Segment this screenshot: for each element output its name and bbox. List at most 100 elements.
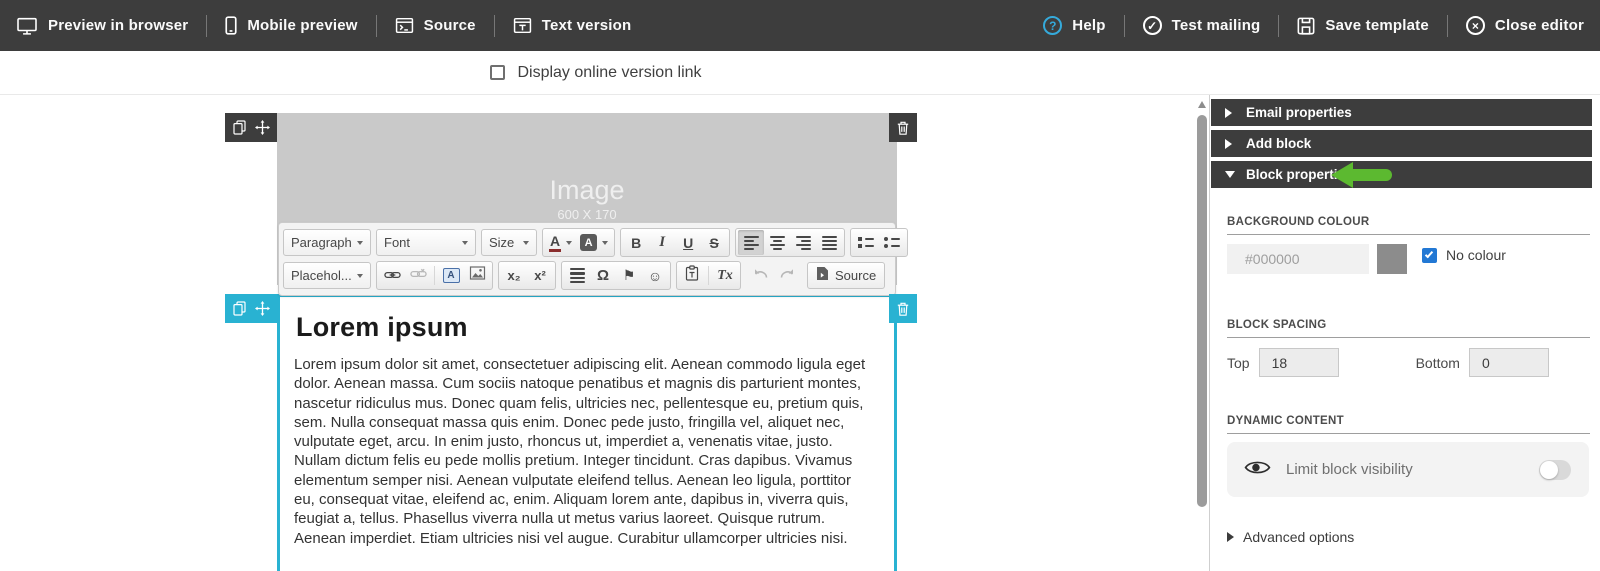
text-block-delete-button[interactable] xyxy=(889,294,917,323)
align-justify-button[interactable] xyxy=(816,230,842,255)
text-version-button[interactable]: Text version xyxy=(511,17,634,34)
align-center-button[interactable] xyxy=(764,230,790,255)
colour-swatch[interactable] xyxy=(1377,244,1407,274)
clipboard-group: Tx xyxy=(676,261,741,290)
unlink-button[interactable] xyxy=(405,263,431,288)
save-template-button[interactable]: Save template xyxy=(1295,17,1430,35)
limit-block-visibility-toggle[interactable] xyxy=(1539,460,1571,480)
panel-add-block[interactable]: Add block xyxy=(1211,130,1592,157)
undo-button[interactable] xyxy=(748,263,774,288)
strikethrough-button[interactable]: S xyxy=(701,230,727,255)
close-circle-icon: × xyxy=(1466,16,1485,35)
text-color-icon: A xyxy=(549,234,561,252)
horizontal-rule-button[interactable] xyxy=(564,263,590,288)
subscript-button[interactable]: x₂ xyxy=(501,263,527,288)
font-dropdown[interactable]: Font xyxy=(376,229,476,256)
help-button[interactable]: ? Help xyxy=(1041,16,1107,35)
move-icon[interactable] xyxy=(255,301,270,316)
underline-button[interactable]: U xyxy=(675,230,701,255)
text-block-heading[interactable]: Lorem ipsum xyxy=(296,312,870,343)
text-block-body[interactable]: Lorem ipsum dolor sit amet, consectetuer… xyxy=(294,355,870,548)
bold-button[interactable]: B xyxy=(623,230,649,255)
paste-text-button[interactable] xyxy=(679,263,705,288)
source-button[interactable]: Source xyxy=(807,262,885,289)
text-color-button[interactable]: A xyxy=(545,230,576,255)
subscript-icon: x₂ xyxy=(507,268,520,283)
divider xyxy=(1227,433,1590,434)
divider xyxy=(1124,15,1125,37)
superscript-button[interactable]: x² xyxy=(527,263,553,288)
align-right-button[interactable] xyxy=(790,230,816,255)
emoji-button[interactable]: ☺ xyxy=(642,263,668,288)
save-template-label: Save template xyxy=(1325,17,1428,34)
italic-button[interactable]: I xyxy=(649,230,675,255)
editor-main: Image 600 X 170 xyxy=(0,95,1600,571)
spacing-bottom-input[interactable] xyxy=(1469,348,1549,377)
trash-icon xyxy=(897,302,909,316)
block-spacing-section: BLOCK SPACING Top Bottom xyxy=(1227,319,1590,377)
preview-in-browser-button[interactable]: Preview in browser xyxy=(14,17,190,35)
scroll-up-arrow-icon[interactable] xyxy=(1198,101,1206,108)
spacing-top-label: Top xyxy=(1227,355,1250,371)
redo-button[interactable] xyxy=(774,263,800,288)
no-colour-checkbox[interactable] xyxy=(1422,248,1437,263)
text-block-handle[interactable] xyxy=(225,294,277,323)
align-left-button[interactable] xyxy=(738,230,764,255)
mobile-preview-button[interactable]: Mobile preview xyxy=(223,16,359,35)
source-view-button[interactable]: Source xyxy=(393,17,478,34)
bullet-list-button[interactable] xyxy=(879,230,905,255)
page-break-button[interactable]: ⚑ xyxy=(616,263,642,288)
test-mailing-button[interactable]: ✓ Test mailing xyxy=(1141,16,1263,35)
close-editor-label: Close editor xyxy=(1495,17,1584,34)
flag-icon: ⚑ xyxy=(623,267,636,284)
special-character-button[interactable]: Ω xyxy=(590,263,616,288)
copy-icon[interactable] xyxy=(233,301,246,316)
anchor-field-button[interactable]: A xyxy=(438,263,464,288)
paragraph-format-dropdown[interactable]: Paragraph xyxy=(283,229,371,256)
size-dropdown[interactable]: Size xyxy=(481,229,537,256)
properties-sidebar: Email properties Add block Block propert… xyxy=(1209,95,1600,571)
insert-image-button[interactable] xyxy=(464,263,490,288)
mobile-preview-label: Mobile preview xyxy=(247,17,357,34)
panel-email-properties[interactable]: Email properties xyxy=(1211,99,1592,126)
superscript-icon: x² xyxy=(534,268,546,283)
image-block-handle[interactable] xyxy=(225,113,277,142)
background-color-icon: A xyxy=(580,234,597,251)
checkmark-icon xyxy=(1424,249,1432,258)
help-label: Help xyxy=(1072,17,1105,34)
close-editor-button[interactable]: × Close editor xyxy=(1464,16,1586,35)
green-arrow-annotation xyxy=(1331,162,1393,188)
numbered-list-button[interactable] xyxy=(853,230,879,255)
image-block-delete-button[interactable] xyxy=(889,113,917,142)
list-group xyxy=(850,228,908,257)
chevron-down-icon xyxy=(357,274,363,278)
background-colour-input[interactable] xyxy=(1227,244,1369,274)
block-properties-panel: BACKGROUND COLOUR No colour BLOCK SPACIN… xyxy=(1211,192,1592,545)
arrow-tail xyxy=(1352,169,1392,181)
rich-text-toolbar: Paragraph Font Size A A xyxy=(278,222,896,296)
online-version-bar: Display online version link xyxy=(0,51,1600,95)
panel-title: Email properties xyxy=(1246,105,1352,120)
panel-block-properties[interactable]: Block properties xyxy=(1211,161,1592,188)
spacing-top-input[interactable] xyxy=(1259,348,1339,377)
link-button[interactable] xyxy=(379,263,405,288)
spacing-bottom-label: Bottom xyxy=(1416,355,1460,371)
copy-icon[interactable] xyxy=(233,120,246,135)
scrollbar-thumb[interactable] xyxy=(1197,115,1207,507)
canvas-scrollbar[interactable] xyxy=(1197,95,1208,571)
placeholder-dropdown[interactable]: Placehol... xyxy=(283,262,371,289)
move-icon[interactable] xyxy=(255,120,270,135)
advanced-options-toggle[interactable]: Advanced options xyxy=(1227,529,1590,545)
eye-icon xyxy=(1244,459,1271,481)
source-view-label: Source xyxy=(424,17,476,34)
no-colour-row[interactable]: No colour xyxy=(1422,247,1506,263)
display-online-version-checkbox[interactable] xyxy=(490,65,505,80)
insert-group: Ω ⚑ ☺ xyxy=(561,261,671,290)
background-color-button[interactable]: A xyxy=(576,230,612,255)
text-block-selected[interactable]: Lorem ipsum Lorem ipsum dolor sit amet, … xyxy=(277,294,897,571)
dynamic-content-heading: DYNAMIC CONTENT xyxy=(1227,415,1590,427)
remove-format-button[interactable]: Tx xyxy=(712,263,738,288)
display-online-version-row[interactable]: Display online version link xyxy=(490,64,701,82)
advanced-options-label: Advanced options xyxy=(1243,529,1354,545)
topbar: Preview in browser Mobile preview Source xyxy=(0,0,1600,51)
